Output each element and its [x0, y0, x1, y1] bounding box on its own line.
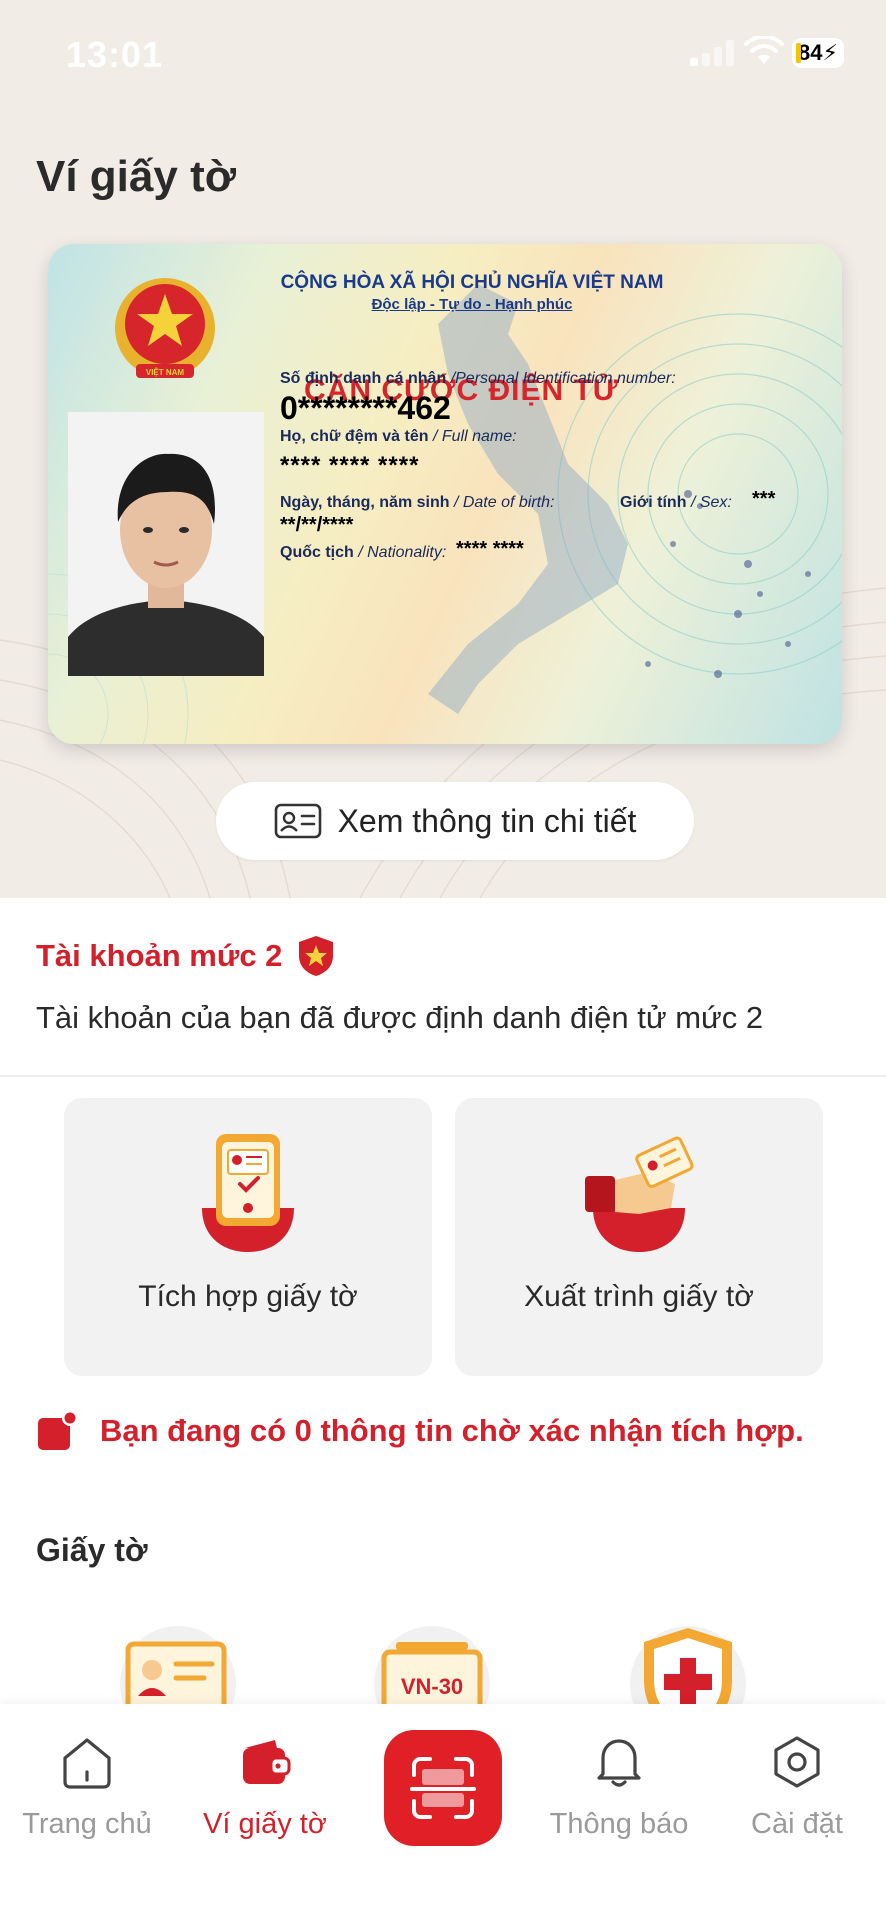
settings-icon: [774, 1736, 820, 1788]
status-time: 13:01: [66, 34, 164, 75]
pending-integration-text: Bạn đang có 0 thông tin chờ xác nhận tíc…: [100, 1413, 804, 1448]
phone-document-icon: [202, 1134, 294, 1252]
nav-wallet-label: Ví giấy tờ: [203, 1808, 327, 1840]
id-number-label: Số định danh cá nhân /Personal Identific…: [280, 370, 676, 387]
sex-value: ***: [752, 488, 776, 510]
nav-settings[interactable]: Cài đặt: [712, 1732, 882, 1841]
nav-notifications[interactable]: Thông báo: [534, 1732, 704, 1841]
status-bar: 13:01 84 ⚡: [0, 0, 886, 110]
card-country-name: CỘNG HÒA XÃ HỘI CHỦ NGHĨA VIỆT NAM: [280, 272, 664, 293]
battery-percent: 84: [798, 40, 823, 65]
nav-settings-label: Cài đặt: [751, 1808, 843, 1840]
health-shield-icon: [630, 1626, 746, 1704]
battery-level: [796, 43, 801, 63]
date-of-birth-value: **/**/****: [280, 514, 354, 536]
wifi-icon: [744, 36, 784, 64]
full-name-label: Họ, chữ đệm và tên / Full name:: [280, 428, 517, 445]
national-emblem: VIỆT NAM: [115, 278, 215, 378]
bell-icon: [597, 1739, 641, 1787]
battery-indicator: 84 ⚡: [792, 38, 844, 68]
vehicle-registration-document[interactable]: VN-30: [372, 1624, 492, 1704]
section-divider: [0, 1075, 886, 1077]
account-level-title: Tài khoản mức 2: [36, 934, 336, 978]
citizen-id-card[interactable]: VIỆT NAM CỘNG HÒA XÃ HỘI CHỦ NGHĨA VIỆT …: [48, 244, 842, 744]
vehicle-plate-icon: VN-30: [374, 1626, 490, 1704]
documents-section-title: Giấy tờ: [36, 1532, 148, 1568]
home-icon: [63, 1738, 111, 1789]
nationality-value: **** ****: [456, 538, 524, 560]
bottom-navigation: Trang chủ Ví giấy tờ Thông báo Cài đặt: [0, 1704, 886, 1920]
nationality-label: Quốc tịch / Nationality:: [280, 544, 447, 561]
present-documents-button[interactable]: Xuất trình giấy tờ: [455, 1098, 823, 1376]
charging-bolt-icon: ⚡: [822, 40, 838, 65]
svg-text:VN-30: VN-30: [401, 1674, 463, 1699]
integrate-documents-button[interactable]: Tích hợp giấy tờ: [64, 1098, 432, 1376]
scan-qr-button[interactable]: [384, 1730, 502, 1846]
driver-license-document[interactable]: [118, 1624, 238, 1704]
date-of-birth-label: Ngày, tháng, năm sinh / Date of birth:: [280, 494, 555, 511]
account-level-description: Tài khoản của bạn đã được định danh điện…: [36, 1000, 764, 1035]
hand-card-icon: [585, 1136, 694, 1252]
view-details-label: Xem thông tin chi tiết: [337, 802, 637, 839]
health-insurance-document[interactable]: [628, 1624, 748, 1704]
scan-qr-icon: [410, 1757, 476, 1819]
pending-integration-notice[interactable]: Bạn đang có 0 thông tin chờ xác nhận tíc…: [36, 1410, 804, 1452]
notification-dot-icon: [38, 1410, 78, 1450]
portrait-photo: [68, 412, 264, 676]
wallet-icon: [243, 1740, 291, 1784]
license-card-icon: [120, 1626, 236, 1704]
view-details-button[interactable]: Xem thông tin chi tiết: [216, 782, 694, 860]
signal-icon: [690, 40, 734, 66]
account-level-text: Tài khoản mức 2: [36, 938, 283, 973]
nav-home[interactable]: Trang chủ: [2, 1732, 172, 1841]
shield-star-icon: [299, 936, 334, 976]
nav-wallet[interactable]: Ví giấy tờ: [180, 1732, 350, 1841]
integrate-documents-label: Tích hợp giấy tờ: [138, 1280, 358, 1313]
id-card-icon: [274, 803, 321, 839]
id-number-value: 0********462: [280, 390, 451, 426]
nav-home-label: Trang chủ: [22, 1808, 152, 1840]
wallet-header-area: 13:01 84 ⚡ Ví giấy tờ VIỆT NAM CỘNG HÒA …: [0, 0, 886, 898]
page-title: Ví giấy tờ: [36, 152, 236, 201]
sex-label: Giới tính / Sex:: [620, 494, 732, 511]
present-documents-label: Xuất trình giấy tờ: [524, 1280, 754, 1313]
full-name-value: **** **** ****: [280, 452, 420, 479]
svg-text:VIỆT NAM: VIỆT NAM: [146, 368, 185, 377]
card-motto: Độc lập - Tự do - Hạnh phúc: [371, 296, 573, 313]
nav-notifications-label: Thông báo: [549, 1808, 689, 1840]
